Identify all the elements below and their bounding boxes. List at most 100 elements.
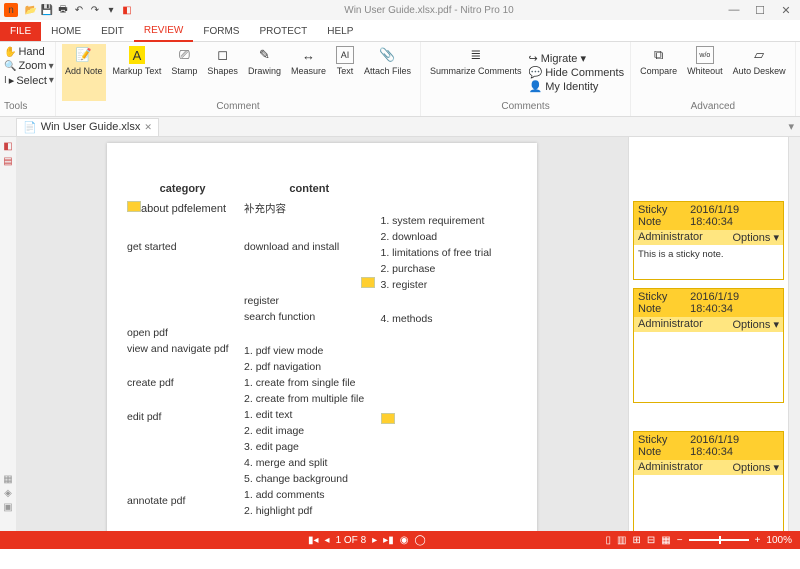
compare-icon: ⧉ (650, 46, 668, 64)
note-marker-icon[interactable] (381, 413, 395, 424)
tab-dropdown-icon[interactable]: ▾ (788, 120, 794, 133)
hand-tool[interactable]: ✋ Hand (4, 46, 51, 58)
select-tool[interactable]: I▸ Select ▾ (4, 74, 51, 87)
print-icon[interactable]: 🖶 (56, 3, 70, 17)
tab-file[interactable]: FILE (0, 22, 41, 41)
prev-page-icon[interactable]: ◂ (325, 535, 330, 546)
workspace: ◧ ▤ ▦ ◈ ▣ category about pdfelement get … (0, 137, 800, 531)
migrate-button[interactable]: ↪Migrate ▾ (529, 52, 625, 65)
undo-icon[interactable]: ↶ (72, 3, 86, 17)
rail-icon-2[interactable]: ▤ (3, 156, 12, 167)
tool-icon[interactable]: ◧ (120, 3, 134, 17)
doc-icon: 📄 (23, 121, 37, 134)
status-bar: ▮◂ ◂ 1 OF 8 ▸ ▸▮ ◉ ◯ ▯ ▥ ⊞ ⊟ ▦ − + 100% (0, 531, 800, 549)
tab-review[interactable]: REVIEW (134, 21, 193, 42)
summarize-button[interactable]: ≣Summarize Comments (427, 44, 525, 101)
tab-edit[interactable]: EDIT (91, 22, 134, 41)
maximize-button[interactable]: ☐ (750, 4, 770, 17)
whiteout-button[interactable]: w/oWhiteout (684, 44, 726, 101)
view-mode-5-icon[interactable]: ▦ (661, 535, 670, 546)
ribbon: ✋ Hand 🔍 Zoom ▾ I▸ Select ▾ Tools 📝Add N… (0, 42, 800, 117)
hide-comments-button[interactable]: 💬Hide Comments (529, 66, 625, 79)
qat-dropdown-icon[interactable]: ▾ (104, 3, 118, 17)
markup-icon: A (129, 46, 145, 64)
whiteout-icon: w/o (696, 46, 714, 64)
text-button[interactable]: AIText (333, 44, 357, 101)
sticky-note-1[interactable]: Sticky Note2016/1/19 18:40:34 Administra… (633, 201, 784, 280)
open-icon[interactable]: 📂 (24, 3, 38, 17)
save-icon[interactable]: 💾 (40, 3, 54, 17)
back-icon[interactable]: ◉ (400, 535, 409, 546)
zoom-out-icon[interactable]: − (677, 535, 683, 546)
rail-b2[interactable]: ◈ (4, 488, 12, 499)
cat-header: category (127, 183, 238, 195)
close-button[interactable]: ✕ (776, 4, 796, 17)
comment-group: 📝Add Note AMarkup Text ⎚Stamp ◻Shapes ✎D… (56, 42, 421, 116)
drawing-icon: ✎ (255, 46, 273, 64)
quick-access-toolbar: n 📂 💾 🖶 ↶ ↷ ▾ ◧ (4, 3, 134, 17)
next-page-icon[interactable]: ▸ (372, 535, 377, 546)
comments-group: ≣Summarize Comments ↪Migrate ▾ 💬Hide Com… (421, 42, 631, 116)
tab-protect[interactable]: PROTECT (249, 22, 317, 41)
zoom-level: 100% (766, 535, 792, 546)
view-mode-1-icon[interactable]: ▯ (606, 535, 612, 546)
summarize-icon: ≣ (467, 46, 485, 64)
zoom-slider[interactable] (689, 539, 749, 541)
tab-help[interactable]: HELP (317, 22, 363, 41)
last-page-icon[interactable]: ▸▮ (383, 535, 394, 546)
view-mode-2-icon[interactable]: ▥ (617, 535, 626, 546)
add-note-button[interactable]: 📝Add Note (62, 44, 106, 101)
page-indicator: 1 OF 8 (336, 535, 367, 546)
rail-icon-1[interactable]: ◧ (3, 141, 12, 152)
redo-icon[interactable]: ↷ (88, 3, 102, 17)
page-viewport[interactable]: category about pdfelement get started op… (16, 137, 628, 531)
text-icon: AI (336, 46, 354, 64)
tools-panel: ✋ Hand 🔍 Zoom ▾ I▸ Select ▾ Tools (0, 42, 56, 116)
deskew-icon: ▱ (750, 46, 768, 64)
minimize-button[interactable]: — (724, 4, 744, 17)
note-marker-icon[interactable] (361, 277, 375, 288)
rail-b3[interactable]: ▣ (3, 502, 12, 513)
first-page-icon[interactable]: ▮◂ (308, 535, 319, 546)
stamp-icon: ⎚ (175, 46, 193, 64)
forward-icon[interactable]: ◯ (414, 535, 425, 546)
note-marker-icon[interactable] (127, 201, 141, 212)
markup-text-button[interactable]: AMarkup Text (110, 44, 165, 101)
shapes-button[interactable]: ◻Shapes (204, 44, 241, 101)
tab-home[interactable]: HOME (41, 22, 91, 41)
title-bar: n 📂 💾 🖶 ↶ ↷ ▾ ◧ Win User Guide.xlsx.pdf … (0, 0, 800, 20)
drawing-button[interactable]: ✎Drawing (245, 44, 284, 101)
measure-icon: ↔ (299, 46, 317, 64)
content-header: content (244, 183, 374, 195)
sticky-note-2[interactable]: Sticky Note2016/1/19 18:40:34 Administra… (633, 288, 784, 403)
sticky-note-3[interactable]: Sticky Note2016/1/19 18:40:34 Administra… (633, 431, 784, 531)
hide-icon: 💬 (529, 66, 543, 79)
row-about: about pdfelement (127, 201, 238, 217)
ribbon-tabs: FILE HOME EDIT REVIEW FORMS PROTECT HELP (0, 20, 800, 42)
view-mode-3-icon[interactable]: ⊞ (633, 535, 641, 546)
zoom-in-icon[interactable]: + (755, 535, 761, 546)
close-tab-icon[interactable]: ✕ (144, 122, 152, 133)
compare-button[interactable]: ⧉Compare (637, 44, 680, 101)
measure-button[interactable]: ↔Measure (288, 44, 329, 101)
tab-forms[interactable]: FORMS (193, 22, 249, 41)
side-rail: ◧ ▤ (0, 137, 16, 531)
stamp-button[interactable]: ⎚Stamp (168, 44, 200, 101)
rail-b1[interactable]: ▦ (3, 474, 12, 485)
document-tab[interactable]: 📄 Win User Guide.xlsx ✕ (16, 118, 159, 136)
identity-button[interactable]: 👤My Identity (529, 80, 625, 93)
pdf-page: category about pdfelement get started op… (107, 143, 537, 531)
vertical-scrollbar[interactable] (788, 137, 800, 531)
document-tabs: 📄 Win User Guide.xlsx ✕ ▾ (0, 117, 800, 137)
identity-icon: 👤 (529, 80, 543, 93)
migrate-icon: ↪ (529, 52, 538, 65)
attach-icon: 📎 (378, 46, 396, 64)
view-mode-4-icon[interactable]: ⊟ (647, 535, 655, 546)
app-icon: n (4, 3, 18, 17)
tools-label: Tools (4, 101, 51, 112)
deskew-button[interactable]: ▱Auto Deskew (730, 44, 789, 101)
zoom-tool[interactable]: 🔍 Zoom ▾ (4, 60, 51, 72)
attach-files-button[interactable]: 📎Attach Files (361, 44, 414, 101)
advanced-group: ⧉Compare w/oWhiteout ▱Auto Deskew Advanc… (631, 42, 796, 116)
comments-pane: Sticky Note2016/1/19 18:40:34 Administra… (628, 137, 788, 531)
